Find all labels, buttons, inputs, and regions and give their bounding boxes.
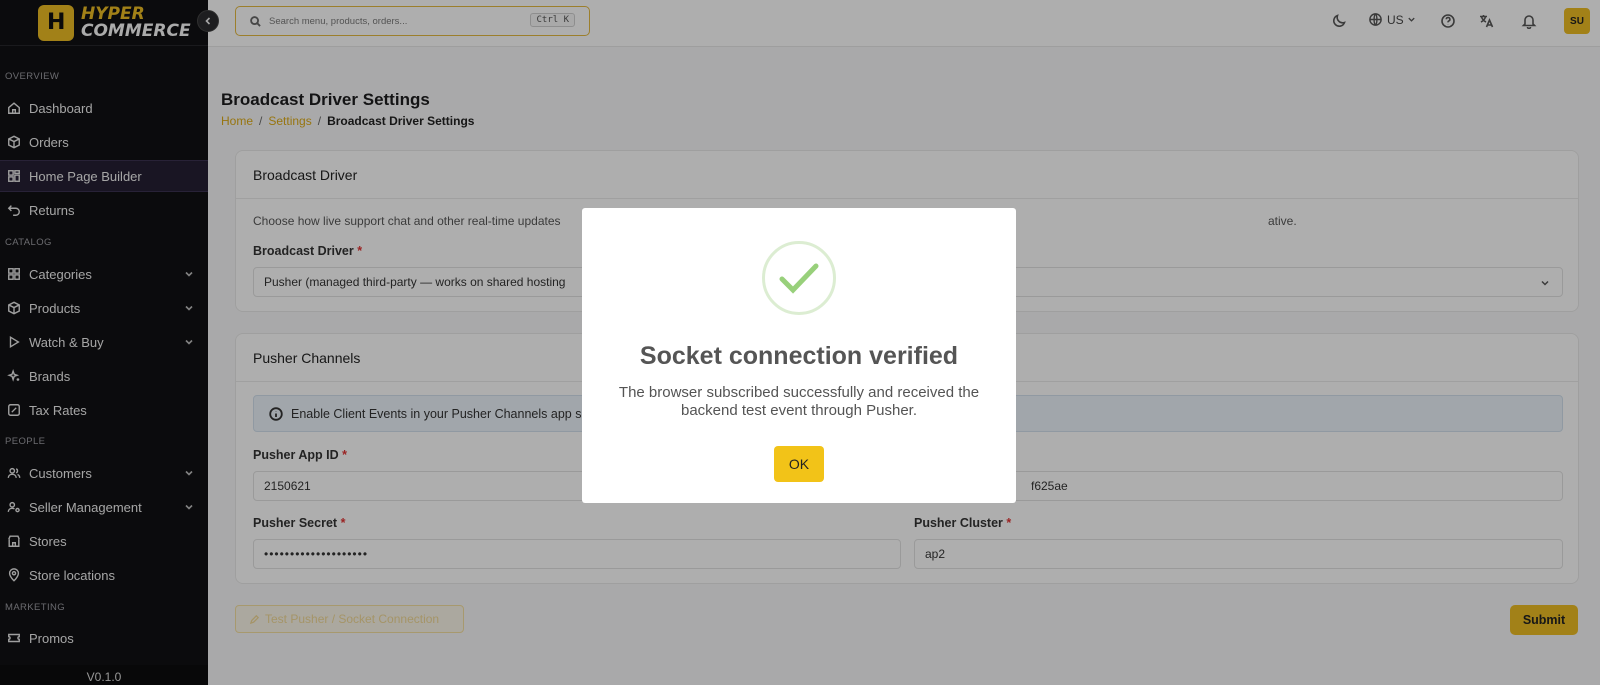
success-check-icon xyxy=(762,241,836,315)
dialog-message: The browser subscribed successfully and … xyxy=(618,384,980,419)
dialog-title: Socket connection verified xyxy=(639,342,959,370)
success-dialog: Socket connection verified The browser s… xyxy=(582,208,1016,503)
ok-button[interactable]: OK xyxy=(774,446,824,482)
